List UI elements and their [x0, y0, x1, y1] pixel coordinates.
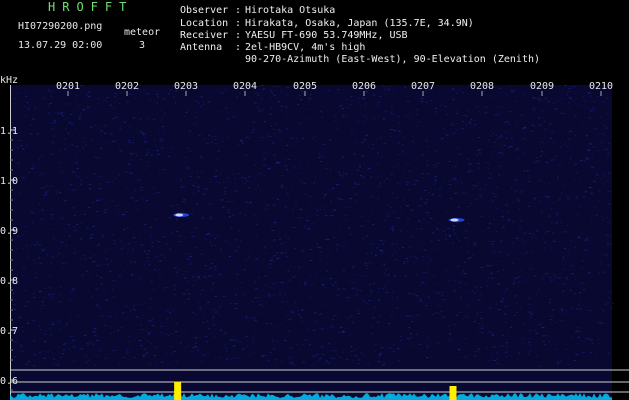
station-info-value: 90-270-Azimuth (East-West), 90-Elevation…	[245, 54, 541, 65]
station-info-row: Location: Hirakata, Osaka, Japan (135.7E,…	[180, 18, 474, 29]
x-tick-label: 0202	[115, 81, 139, 92]
x-tick-label: 0207	[411, 81, 435, 92]
station-info-separator: :	[235, 5, 242, 16]
x-tick-label: 0201	[56, 81, 80, 92]
station-info-separator: :	[235, 30, 242, 41]
station-info-row: 90-270-Azimuth (East-West), 90-Elevation…	[180, 54, 540, 65]
hrofft-display: HROFFT HI07290200.png 13.07.29 02:00 met…	[0, 0, 629, 400]
y-tick-label: 0.7	[0, 326, 18, 337]
station-info-key: Antenna	[180, 42, 223, 53]
x-tick-label: 0206	[352, 81, 376, 92]
station-info-row: Antenna:2el-HB9CV, 4m's high	[180, 42, 365, 53]
station-info-key: Observer	[180, 5, 229, 16]
y-axis-unit: kHz	[0, 76, 18, 86]
app-title: HROFFT	[48, 0, 134, 14]
station-info-key: Receiver	[180, 30, 229, 41]
x-tick-label: 0210	[589, 81, 613, 92]
image-filename: HI07290200.png	[18, 21, 103, 32]
power-peak	[449, 386, 457, 400]
meteor-count-value: 3	[139, 40, 146, 51]
power-peak	[174, 382, 182, 400]
spectrogram-background	[10, 85, 612, 400]
y-tick-label: 0.8	[0, 276, 18, 287]
spectrogram: 1.11.00.90.80.70.6kHz0201 0202 0203 0204 020…	[0, 76, 629, 400]
station-info-separator: :	[235, 42, 242, 53]
x-tick-label: 0204	[233, 81, 257, 92]
station-info-value: YAESU FT-690 53.749MHz, USB	[245, 30, 408, 41]
station-info-separator: :	[235, 18, 242, 29]
x-tick-label: 0203	[174, 81, 198, 92]
station-info-value: 2el-HB9CV, 4m's high	[245, 42, 366, 53]
x-tick-label: 0209	[530, 81, 554, 92]
y-tick-label: 1.0	[0, 176, 18, 187]
observation-timestamp: 13.07.29 02:00	[18, 40, 103, 51]
x-tick-label: 0208	[470, 81, 494, 92]
station-info-row: Observer: Hirotaka Otsuka	[180, 5, 335, 16]
x-tick-label: 0205	[293, 81, 317, 92]
station-info-value: Hirotaka Otsuka	[245, 5, 336, 16]
station-info-row: Receiver: YAESU FT-690 53.749MHz, USB	[180, 30, 408, 41]
station-info-value: Hirakata, Osaka, Japan (135.7E, 34.9N)	[245, 18, 474, 29]
y-tick-label: 1.1	[0, 126, 18, 137]
meteor-echo	[175, 213, 184, 217]
meteor-echo	[450, 218, 459, 222]
station-info-key: Location	[180, 18, 229, 29]
y-tick-label: 0.9	[0, 226, 18, 237]
meteor-count-label: meteor	[124, 27, 161, 38]
